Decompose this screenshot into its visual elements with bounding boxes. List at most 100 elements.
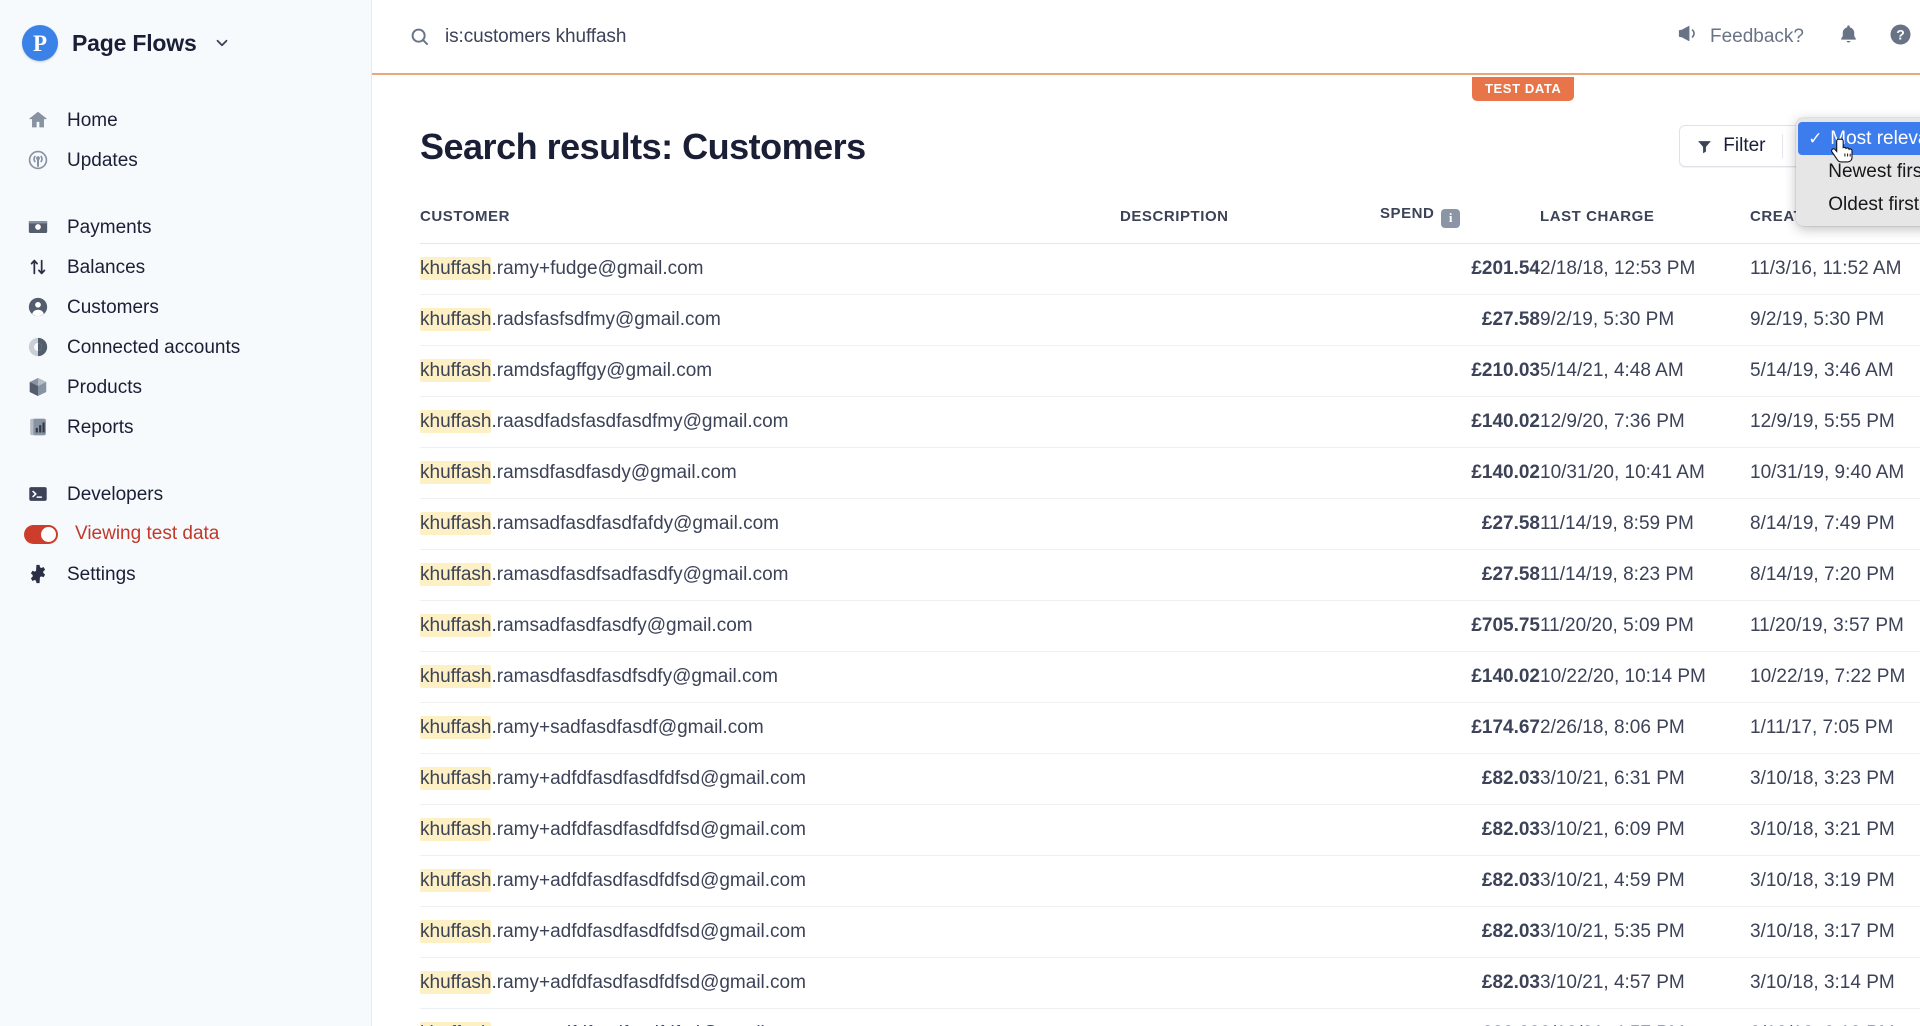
cell-spend: £27.58 (1380, 549, 1540, 601)
cell-customer[interactable]: khuffash.ramasdfasdfsadfasdfy@gmail.com (420, 549, 1120, 601)
table-row[interactable]: khuffash.ramy+adfdfasdfasdfdfsd@gmail.co… (420, 906, 1920, 958)
table-row[interactable]: khuffash.ramasdfasdfasdfsdfy@gmail.com £1… (420, 651, 1920, 703)
cell-customer[interactable]: khuffash.ramsadfasdfasdfy@gmail.com (420, 600, 1120, 652)
table-row[interactable]: khuffash.ramsadfasdfasdfafdy@gmail.com £2… (420, 498, 1920, 550)
table-row[interactable]: khuffash.ramy+fudge@gmail.com £201.54 2/18… (420, 243, 1920, 295)
cell-customer[interactable]: khuffash.ramy+adfdfasdfasdfdfsd@gmail.co… (420, 906, 1120, 958)
page-title: Search results: Customers (420, 126, 866, 167)
table-row[interactable]: khuffash.ramy+adfdfasdfasdfdfsd@gmail.co… (420, 1008, 1920, 1026)
table-row[interactable]: khuffash.ramasdfasdfsadfasdfy@gmail.com £… (420, 549, 1920, 601)
sidebar-item-updates[interactable]: Updates (0, 140, 371, 180)
brand-switcher[interactable]: P Page Flows (0, 14, 371, 72)
sidebar-item-customers[interactable]: Customers (0, 287, 371, 327)
table-row[interactable]: khuffash.ramsadfasdfasdfy@gmail.com £705.… (420, 600, 1920, 652)
filter-segment[interactable]: Filter (1680, 126, 1781, 166)
search-bar[interactable]: is:customers khuffash (372, 26, 1658, 48)
cell-description (1120, 345, 1380, 397)
cell-customer[interactable]: khuffash.raasdfadsfasdfasdfmy@gmail.com (420, 396, 1120, 448)
cell-customer[interactable]: khuffash.ramy+sadfasdfasdf@gmail.com (420, 702, 1120, 754)
sidebar-item-balances[interactable]: Balances (0, 247, 371, 287)
column-header-customer[interactable]: CUSTOMER (420, 205, 1120, 244)
cell-customer[interactable]: khuffash.ramy+adfdfasdfasdfdfsd@gmail.co… (420, 957, 1120, 1009)
cell-description (1120, 549, 1380, 601)
cell-spend: £140.02 (1380, 396, 1540, 448)
cell-last-charge: 3/10/21, 4:59 PM (1540, 855, 1750, 907)
cell-last-charge: 3/10/21, 4:57 PM (1540, 957, 1750, 1009)
sidebar-item-reports[interactable]: Reports (0, 407, 371, 447)
page-header: Search results: Customers Filter 1 (420, 118, 1920, 226)
cell-description (1120, 1008, 1380, 1026)
broadcast-icon (26, 148, 50, 172)
cell-description (1120, 855, 1380, 907)
sort-dropdown-menu[interactable]: ✓ Most relevant Newest first Oldest firs… (1796, 118, 1920, 226)
toggle-switch[interactable] (24, 524, 58, 544)
sidebar-item-home[interactable]: Home (0, 100, 371, 140)
sidebar-item-settings[interactable]: Settings (0, 554, 371, 594)
help-button[interactable]: ? (1874, 13, 1920, 61)
notifications-button[interactable] (1822, 13, 1874, 61)
cell-description (1120, 753, 1380, 805)
filter-label: Filter (1723, 135, 1766, 156)
table-row[interactable]: khuffash.ramy+sadfasdfasdf@gmail.com £174… (420, 702, 1920, 754)
search-highlight: khuffash (420, 460, 492, 484)
table-row[interactable]: khuffash.ramy+adfdfasdfasdfdfsd@gmail.co… (420, 855, 1920, 907)
main-area: is:customers khuffash Feedback? ? TEST D… (372, 0, 1920, 1026)
sort-option-newest-first[interactable]: Newest first (1796, 155, 1920, 188)
table-row[interactable]: khuffash.ramy+adfdfasdfasdfdfsd@gmail.co… (420, 753, 1920, 805)
sidebar-item-payments[interactable]: Payments (0, 207, 371, 247)
cell-last-charge: 11/14/19, 8:59 PM (1540, 498, 1750, 550)
products-icon (26, 375, 50, 399)
search-highlight: khuffash (420, 766, 492, 790)
cell-customer[interactable]: khuffash.ramsadfasdfasdfafdy@gmail.com (420, 498, 1120, 550)
cell-customer[interactable]: khuffash.ramdsfagffgy@gmail.com (420, 345, 1120, 397)
cell-created: 5/14/19, 3:46 AM (1750, 345, 1920, 397)
sidebar-item-label: Home (67, 109, 118, 131)
sort-option-most-relevant[interactable]: ✓ Most relevant (1798, 122, 1920, 155)
table-row[interactable]: khuffash.ramy+adfdfasdfasdfdfsd@gmail.co… (420, 804, 1920, 856)
test-data-toggle[interactable]: Viewing test data (0, 514, 371, 554)
cell-created: 8/14/19, 7:49 PM (1750, 498, 1920, 550)
check-icon: ✓ (1808, 128, 1823, 148)
sidebar-item-connected-accounts[interactable]: Connected accounts (0, 327, 371, 367)
cell-customer[interactable]: khuffash.ramy+adfdfasdfasdfdfsd@gmail.co… (420, 1008, 1120, 1026)
sidebar-item-label: Connected accounts (67, 336, 241, 358)
cell-last-charge: 3/10/21, 6:09 PM (1540, 804, 1750, 856)
table-row[interactable]: khuffash.radsfasfsdfmy@gmail.com £27.58 9/… (420, 294, 1920, 346)
sort-option-oldest-first[interactable]: Oldest first (1796, 188, 1920, 221)
cell-customer[interactable]: khuffash.ramy+adfdfasdfasdfdfsd@gmail.co… (420, 855, 1120, 907)
cell-customer[interactable]: khuffash.ramsdfasdfasdy@gmail.com (420, 447, 1120, 499)
cell-customer[interactable]: khuffash.ramy+fudge@gmail.com (420, 243, 1120, 295)
search-input[interactable]: is:customers khuffash (445, 26, 626, 48)
customer-email-rest: .raasdfadsfasdfasdfmy@gmail.com (491, 410, 789, 432)
sidebar-item-label: Products (67, 376, 142, 398)
column-header-spend[interactable]: SPEND i (1380, 205, 1540, 244)
table-row[interactable]: khuffash.ramdsfagffgy@gmail.com £210.03 5/… (420, 345, 1920, 397)
cell-customer[interactable]: khuffash.radsfasfsdfmy@gmail.com (420, 294, 1120, 346)
search-highlight: khuffash (420, 256, 492, 280)
cell-description (1120, 906, 1380, 958)
sidebar-item-developers[interactable]: Developers (0, 474, 371, 514)
topbar-actions: Feedback? ? (1658, 13, 1920, 61)
customer-email-rest: .ramy+adfdfasdfasdfdfsd@gmail.com (491, 818, 806, 840)
cell-customer[interactable]: khuffash.ramy+adfdfasdfasdfdfsd@gmail.co… (420, 753, 1120, 805)
cell-last-charge: 11/14/19, 8:23 PM (1540, 549, 1750, 601)
table-row[interactable]: khuffash.raasdfadsfasdfasdfmy@gmail.com £… (420, 396, 1920, 448)
info-icon[interactable]: i (1441, 208, 1461, 228)
sidebar-item-label: Settings (67, 563, 136, 585)
cell-customer[interactable]: khuffash.ramasdfasdfasdfsdfy@gmail.com (420, 651, 1120, 703)
cell-last-charge: 3/10/21, 5:35 PM (1540, 906, 1750, 958)
table-row[interactable]: khuffash.ramsdfasdfasdy@gmail.com £140.02… (420, 447, 1920, 499)
cell-customer[interactable]: khuffash.ramy+adfdfasdfasdfdfsd@gmail.co… (420, 804, 1120, 856)
cell-last-charge: 11/20/20, 5:09 PM (1540, 600, 1750, 652)
test-data-label: Viewing test data (75, 523, 220, 544)
customer-email-rest: .ramy+fudge@gmail.com (491, 257, 704, 279)
customer-email-rest: .ramsdfasdfasdy@gmail.com (491, 461, 737, 483)
cell-last-charge: 2/18/18, 12:53 PM (1540, 243, 1750, 295)
column-header-description[interactable]: DESCRIPTION (1120, 205, 1380, 244)
sidebar-item-products[interactable]: Products (0, 367, 371, 407)
table-row[interactable]: khuffash.ramy+adfdfasdfasdfdfsd@gmail.co… (420, 957, 1920, 1009)
feedback-button[interactable]: Feedback? (1658, 16, 1822, 57)
topbar: is:customers khuffash Feedback? ? (372, 0, 1920, 75)
column-header-last-charge[interactable]: LAST CHARGE (1540, 205, 1750, 244)
sidebar: P Page Flows Home Updates Payments Balan… (0, 0, 372, 1026)
